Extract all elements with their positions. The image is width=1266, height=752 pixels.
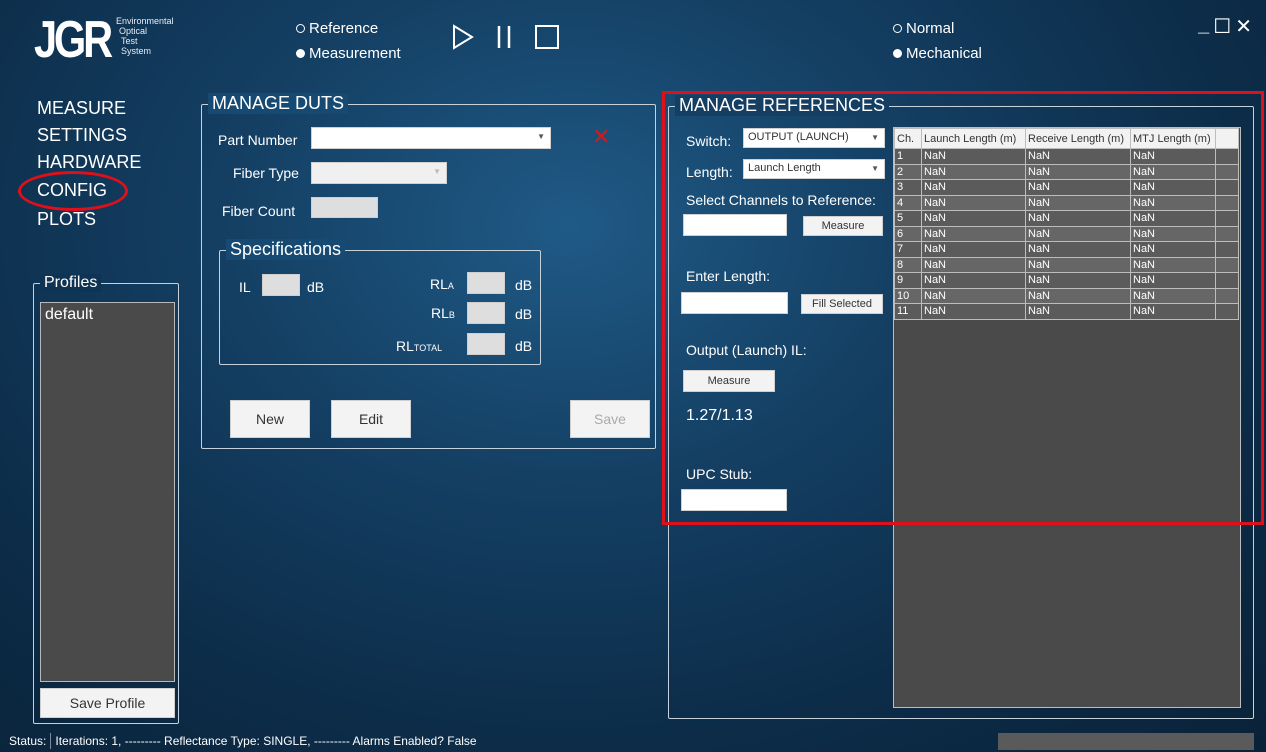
il-label: IL (239, 279, 251, 295)
config-highlight-circle (18, 171, 128, 211)
rla-unit: dB (515, 277, 533, 293)
fiber-count-label: Fiber Count (222, 203, 296, 219)
il-field[interactable] (262, 274, 300, 296)
radio-empty-icon (893, 24, 902, 33)
fiber-count-field[interactable] (311, 197, 378, 218)
part-number-combo[interactable]: ▼ (311, 127, 551, 149)
window-controls: _ ☐ ✕ (1198, 14, 1252, 39)
status-text: Iterations: 1, --------- Reflectance Typ… (55, 734, 477, 748)
save-dut-button[interactable]: Save (570, 400, 650, 438)
list-item[interactable]: default (45, 306, 170, 324)
radio-reference[interactable]: Reference (296, 20, 378, 37)
radio-filled-icon (893, 49, 902, 58)
fiber-type-combo[interactable]: ▼ (311, 162, 447, 184)
save-profile-button[interactable]: Save Profile (40, 688, 175, 718)
profiles-title: Profiles (40, 274, 102, 292)
highlight-box (662, 91, 1264, 525)
radio-normal[interactable]: Normal (893, 20, 954, 37)
pause-icon[interactable] (494, 24, 514, 50)
nav-plots[interactable]: PLOTS (37, 209, 96, 230)
clear-icon[interactable]: ✕ (592, 124, 610, 150)
part-number-label: Part Number (218, 132, 298, 148)
logo-text: JGR (34, 11, 113, 69)
status-progress-bar (998, 733, 1254, 750)
rltotal-field[interactable] (467, 333, 505, 355)
radio-empty-icon (296, 24, 305, 33)
rltotal-label: RLTOTAL (396, 338, 443, 354)
nav-hardware[interactable]: HARDWARE (37, 152, 141, 173)
radio-filled-icon (296, 49, 305, 58)
minimize-icon[interactable]: _ (1198, 14, 1209, 39)
logo-subtitle: Environmental Optical Test System (116, 16, 174, 56)
profiles-list[interactable]: default (40, 302, 175, 682)
chevron-down-icon: ▼ (537, 132, 545, 141)
nav-measure[interactable]: MEASURE (37, 98, 126, 119)
rla-label: RLA (430, 276, 454, 292)
app-logo: JGR Environmental Optical Test System (34, 11, 184, 70)
rlb-unit: dB (515, 306, 533, 322)
il-unit: dB (307, 279, 325, 295)
status-label: Status: (9, 734, 47, 748)
play-icon[interactable] (452, 24, 474, 50)
rlb-label: RLB (431, 305, 455, 321)
chevron-down-icon: ▼ (433, 167, 441, 176)
rltotal-unit: dB (515, 338, 533, 354)
new-dut-button[interactable]: New (230, 400, 310, 438)
manage-duts-title: MANAGE DUTS (208, 93, 349, 114)
specifications-title: Specifications (226, 239, 346, 260)
radio-mechanical[interactable]: Mechanical (893, 45, 982, 62)
radio-measurement[interactable]: Measurement (296, 45, 401, 62)
maximize-icon[interactable]: ☐ (1213, 14, 1231, 39)
rla-field[interactable] (467, 272, 505, 294)
close-icon[interactable]: ✕ (1235, 14, 1252, 39)
rlb-field[interactable] (467, 302, 505, 324)
status-divider (50, 733, 52, 749)
nav-settings[interactable]: SETTINGS (37, 125, 127, 146)
fiber-type-label: Fiber Type (233, 165, 299, 181)
edit-dut-button[interactable]: Edit (331, 400, 411, 438)
stop-icon[interactable] (534, 24, 560, 50)
